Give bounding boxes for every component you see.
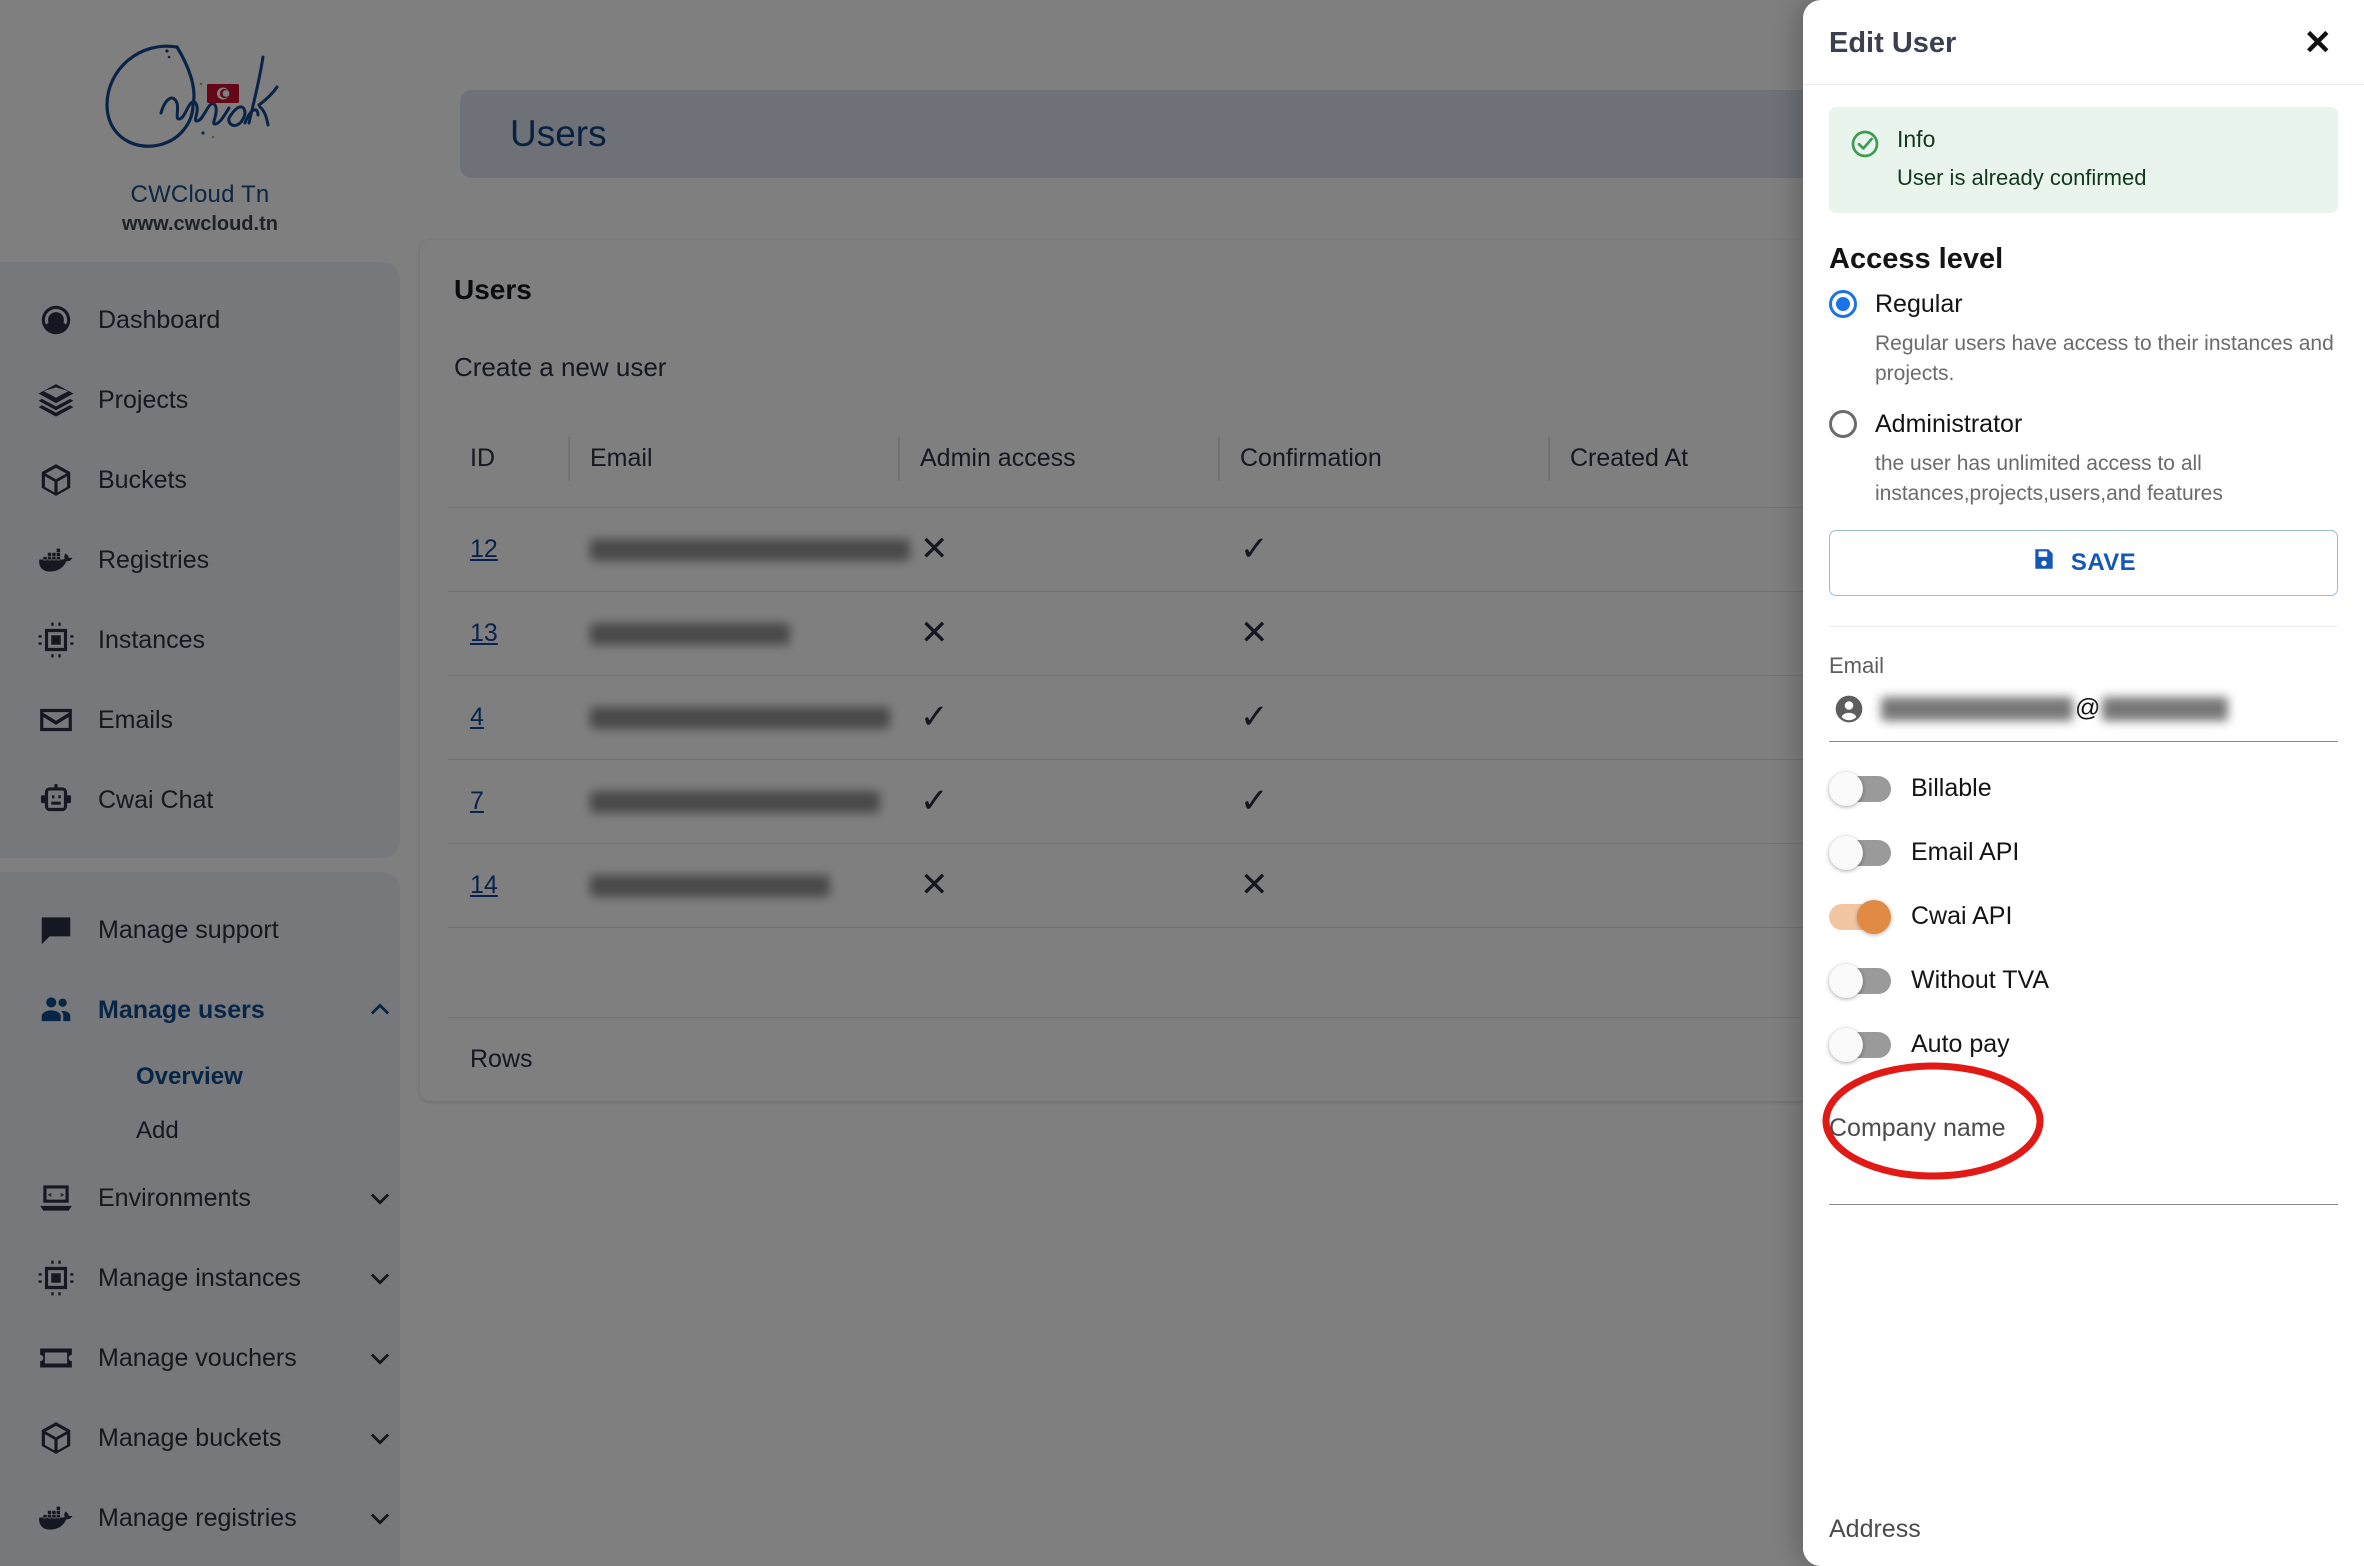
drawer-body: Info User is already confirmed Access le… — [1803, 85, 2364, 1205]
toggle-email-api-label: Email API — [1911, 838, 2020, 866]
access-level-heading: Access level — [1829, 242, 2004, 275]
section-divider — [1829, 625, 2338, 627]
toggle-billable[interactable]: Billable — [1829, 771, 2338, 806]
edit-user-drawer: Edit User ✕ Info User is already confirm… — [1803, 0, 2364, 1566]
email-at-symbol: @ — [2075, 694, 2101, 722]
toggle-cwai-api-label: Cwai API — [1911, 902, 2013, 930]
radio-administrator-label: Administrator — [1875, 409, 2023, 438]
without-tva-switch[interactable] — [1829, 963, 1891, 998]
toggle-auto-pay[interactable]: Auto pay — [1829, 1027, 2338, 1062]
info-alert: Info User is already confirmed — [1829, 107, 2338, 213]
email-input[interactable]: @ — [1829, 679, 2338, 742]
radio-option-administrator[interactable]: Administrator — [1829, 410, 2338, 439]
address-label: Address — [1829, 1515, 1921, 1543]
toggle-without-tva-label: Without TVA — [1911, 966, 2050, 994]
screen-root: CWCloud Tn www.cwcloud.tn Dashboard Proj… — [0, 0, 2364, 1566]
drawer-title: Edit User — [1829, 26, 1957, 59]
drawer-header: Edit User ✕ — [1803, 0, 2364, 85]
company-name-label: Company name — [1829, 1113, 2006, 1142]
auto-pay-switch[interactable] — [1829, 1027, 1891, 1062]
toggle-billable-label: Billable — [1911, 774, 1992, 802]
email-field-group: Email @ — [1829, 653, 2338, 742]
radio-administrator-description: the user has unlimited access to all ins… — [1875, 451, 2223, 506]
save-button-label: SAVE — [2070, 548, 2137, 576]
drawer-scroll-fade — [1803, 1448, 2364, 1566]
save-button[interactable]: SAVE — [1829, 529, 2338, 596]
toggle-auto-pay-label: Auto pay — [1911, 1030, 2010, 1058]
radio-regular-indicator[interactable] — [1829, 290, 1857, 319]
radio-administrator-indicator[interactable] — [1829, 410, 1857, 439]
floppy-disk-icon — [2031, 546, 2057, 579]
close-icon[interactable]: ✕ — [2298, 24, 2339, 62]
company-name-field-group: Company name — [1829, 1114, 2338, 1205]
check-circle-icon — [1849, 128, 1881, 160]
email-field-label: Email — [1829, 652, 1885, 678]
billable-switch[interactable] — [1829, 771, 1891, 806]
toggle-cwai-api[interactable]: Cwai API — [1829, 899, 2338, 934]
radio-option-regular[interactable]: Regular — [1829, 290, 2338, 319]
info-alert-title: Info — [1897, 126, 1936, 152]
redacted-email-value: @ — [1881, 694, 2338, 722]
company-name-input[interactable] — [1829, 1143, 2338, 1205]
toggle-without-tva[interactable]: Without TVA — [1829, 963, 2338, 998]
email-api-switch[interactable] — [1829, 835, 1891, 870]
info-alert-text: User is already confirmed — [1897, 164, 2147, 190]
toggle-email-api[interactable]: Email API — [1829, 835, 2338, 870]
radio-regular-description: Regular users have access to their insta… — [1875, 331, 2334, 386]
radio-regular-label: Regular — [1875, 289, 1963, 318]
cwai-api-switch[interactable] — [1829, 899, 1891, 934]
account-circle-icon — [1833, 693, 1865, 725]
